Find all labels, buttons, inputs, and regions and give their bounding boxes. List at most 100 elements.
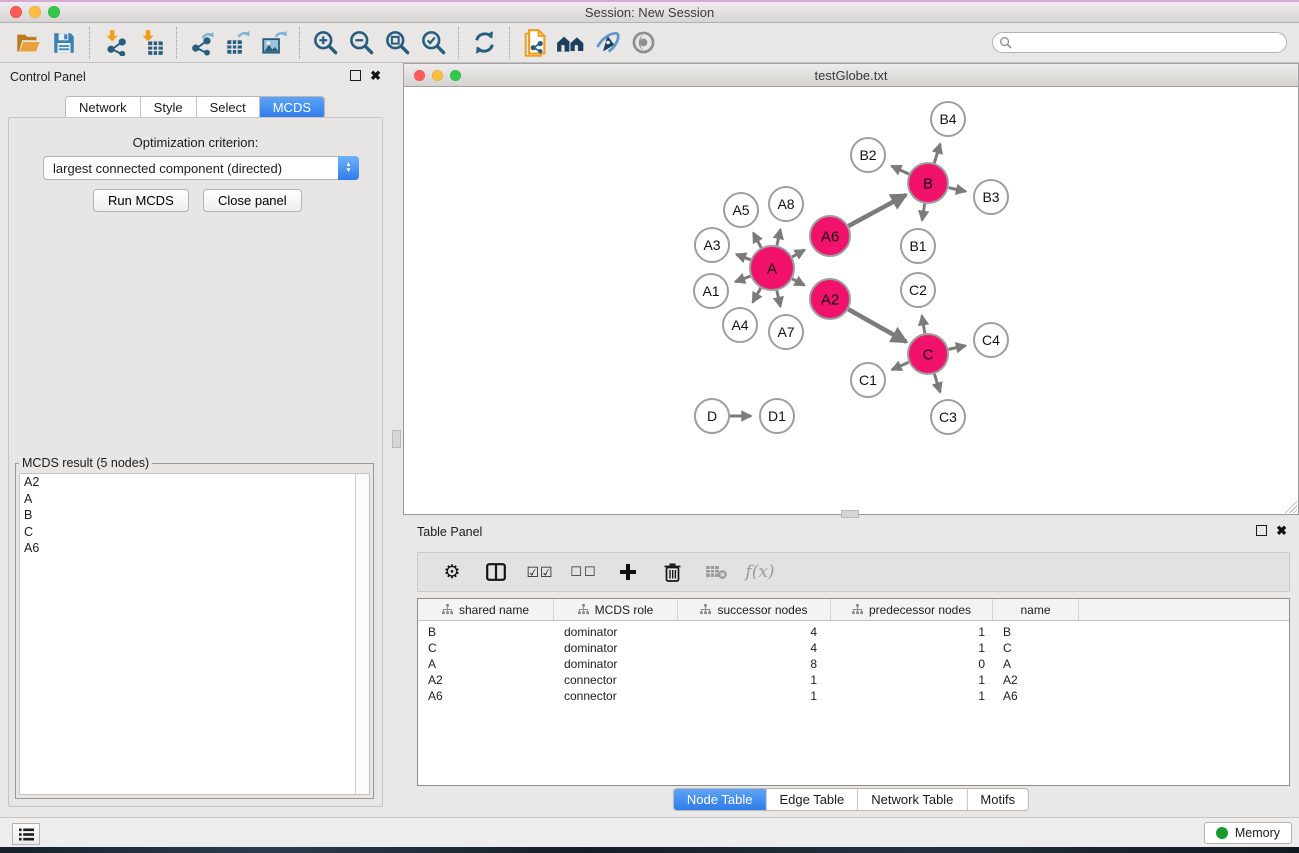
network-window-titlebar[interactable]: testGlobe.txt [403,63,1299,87]
column-header-mcds-role[interactable]: MCDS role [554,599,678,620]
export-image-icon[interactable] [256,26,292,60]
export-network-icon[interactable] [184,26,220,60]
graph-edge-A2-C[interactable] [848,309,906,342]
delete-trash-icon[interactable] [650,563,694,582]
graph-node-B4[interactable]: B4 [931,102,965,136]
add-icon[interactable] [606,563,650,581]
vertical-splitter-handle[interactable] [392,430,401,448]
graph-node-A5[interactable]: A5 [724,193,758,227]
graph-node-A[interactable]: A [750,246,794,290]
graph-edge-A6-B[interactable] [849,195,907,226]
tab-style[interactable]: Style [141,97,197,118]
cybrowser-home-icon[interactable] [553,26,589,60]
graph-node-C4[interactable]: C4 [974,323,1008,357]
column-chooser-icon[interactable] [474,563,518,581]
open-session-icon[interactable] [10,26,46,60]
deselect-all-icon[interactable]: ☐☐ [562,564,606,580]
memory-button[interactable]: Memory [1204,822,1292,844]
graph-node-B2[interactable]: B2 [851,138,885,172]
column-header-successor-nodes[interactable]: successor nodes [678,599,831,620]
zoom-selected-icon[interactable] [415,26,451,60]
graph-edge-C-C3[interactable] [934,374,940,392]
show-view-icon[interactable] [625,26,661,60]
graph-node-C[interactable]: C [908,334,948,374]
graph-edge-A-A7[interactable] [777,291,781,307]
graph-node-C1[interactable]: C1 [851,363,885,397]
refresh-layout-icon[interactable] [466,26,502,60]
import-table-icon[interactable] [133,26,169,60]
result-list-scrollbar[interactable] [355,474,369,794]
tab-network[interactable]: Network [66,97,141,118]
graph-node-A6[interactable]: A6 [810,216,850,256]
graph-edge-C-C4[interactable] [949,346,966,350]
open-network-document-icon[interactable] [517,26,553,60]
graph-edge-B-B3[interactable] [949,188,966,192]
graph-node-D[interactable]: D [695,399,729,433]
graph-node-A4[interactable]: A4 [723,308,757,342]
graph-node-A3[interactable]: A3 [695,228,729,262]
export-table-icon[interactable] [220,26,256,60]
network-canvas[interactable]: A A1 A2 A3 A4 A5 A6 A7 A8 B B1 B2 B3 B4 C C1 C2 C3 C4 D D1 [403,87,1299,515]
graph-node-B1[interactable]: B1 [901,229,935,263]
table-tab-edge-table[interactable]: Edge Table [766,789,858,810]
horizontal-splitter-handle[interactable] [841,510,859,518]
column-header-shared-name[interactable]: shared name [418,599,554,620]
result-list-item[interactable]: C [20,524,369,541]
column-header-predecessor-nodes[interactable]: predecessor nodes [831,599,993,620]
graph-edge-B-B4[interactable] [934,144,940,163]
save-session-icon[interactable] [46,26,82,60]
graph-edge-A-A1[interactable] [735,276,750,282]
graph-edge-A-A8[interactable] [777,229,781,245]
table-row[interactable]: A6connector11A6 [418,688,1289,704]
function-builder-icon[interactable]: f(x) [738,562,782,582]
graph-edge-A-A3[interactable] [736,254,750,259]
table-row[interactable]: Cdominator41C [418,640,1289,656]
graph-node-B3[interactable]: B3 [974,180,1008,214]
graph-node-D1[interactable]: D1 [760,399,794,433]
result-list-item[interactable]: B [20,507,369,524]
zoom-in-icon[interactable] [307,26,343,60]
table-settings-gear-icon[interactable]: ⚙ [430,561,474,584]
graph-node-A7[interactable]: A7 [769,315,803,349]
optimization-criterion-dropdown[interactable]: largest connected component (directed) ▲… [43,156,359,180]
graph-edge-A-A5[interactable] [753,233,761,248]
graph-edge-A-A6[interactable] [792,250,805,257]
result-list-item[interactable]: A2 [20,474,369,491]
table-row[interactable]: Adominator80A [418,656,1289,672]
zoom-out-icon[interactable] [343,26,379,60]
graph-edge-B-B2[interactable] [892,166,909,174]
float-panel-icon[interactable] [350,70,361,81]
result-list-item[interactable]: A6 [20,540,369,557]
graph-node-B[interactable]: B [908,163,948,203]
tab-select[interactable]: Select [197,97,260,118]
run-mcds-button[interactable]: Run MCDS [93,189,189,212]
graph-edge-C-C1[interactable] [892,362,909,369]
zoom-fit-icon[interactable] [379,26,415,60]
close-panel-button[interactable]: Close panel [203,189,302,212]
graph-edge-B-B1[interactable] [922,204,925,221]
table-tab-node-table[interactable]: Node Table [674,789,767,810]
graph-node-C2[interactable]: C2 [901,273,935,307]
graph-edge-C-C2[interactable] [922,316,925,334]
graph-node-C3[interactable]: C3 [931,400,965,434]
float-table-panel-icon[interactable] [1256,525,1267,536]
table-row[interactable]: Bdominator41B [418,624,1289,640]
hide-annotations-icon[interactable] [589,26,625,60]
graph-node-A1[interactable]: A1 [694,274,728,308]
result-list-item[interactable]: A [20,491,369,508]
task-history-button[interactable] [12,823,40,845]
tab-mcds[interactable]: MCDS [260,97,324,118]
graph-node-A2[interactable]: A2 [810,279,850,319]
table-tab-motifs[interactable]: Motifs [967,789,1028,810]
graph-edge-A-A4[interactable] [753,288,761,302]
table-row[interactable]: A2connector11A2 [418,672,1289,688]
select-all-icon[interactable]: ☑☑ [518,564,562,581]
delete-table-icon[interactable] [694,564,738,580]
graph-edge-A-A2[interactable] [792,279,804,286]
column-header-name[interactable]: name [993,599,1079,620]
graph-node-A8[interactable]: A8 [769,187,803,221]
close-table-panel-icon[interactable]: ✖ [1276,525,1287,536]
close-panel-icon[interactable]: ✖ [370,70,381,81]
table-tab-network-table[interactable]: Network Table [858,789,967,810]
import-network-icon[interactable] [97,26,133,60]
